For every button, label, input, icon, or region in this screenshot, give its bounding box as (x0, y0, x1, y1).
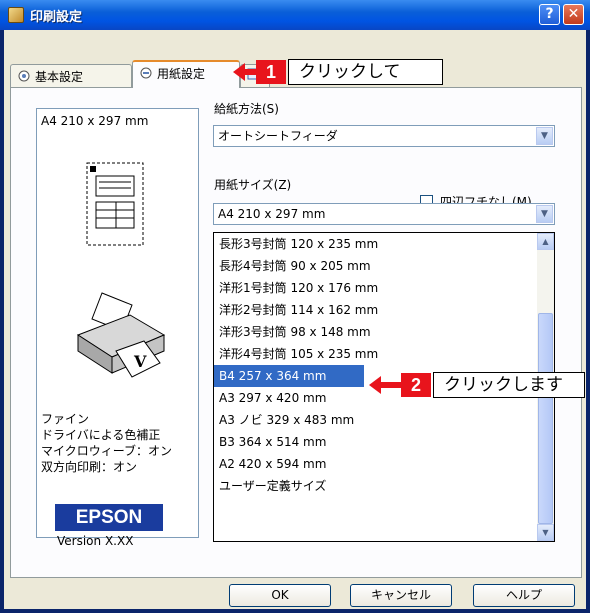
summary-quality: ファイン (41, 412, 90, 426)
callout-1-shaft (243, 69, 257, 75)
summary-lines: ファイン ドライバによる色補正 マイクロウィーブ：オン 双方向印刷：オン (41, 411, 172, 475)
callout-1-text: クリックして (288, 59, 443, 85)
paper-size-label: 用紙サイズ(Z) (214, 178, 292, 192)
paper-preview-icon (86, 162, 144, 246)
chevron-down-icon[interactable]: ▼ (536, 127, 553, 145)
help-button[interactable]: ヘルプ (473, 584, 575, 607)
version-text: Version X.XX (57, 534, 134, 548)
list-item-selected[interactable]: B4 257 x 364 mm (214, 365, 364, 387)
chevron-down-icon[interactable]: ▼ (536, 205, 553, 223)
list-item[interactable]: A3 ノビ 329 x 483 mm (214, 409, 534, 431)
tab-paper-settings-label: 用紙設定 (157, 67, 206, 81)
summary-microweave: マイクロウィーブ：オン (41, 444, 173, 458)
callout-1-number: 1 (256, 60, 286, 84)
help-title-button[interactable]: ? (539, 4, 560, 25)
paper-size-value: A4 210 x 297 mm (218, 207, 326, 221)
settings-summary-panel: A4 210 x 297 mm V ファイン ドライバによる色補正 マイクロウィ… (36, 108, 199, 548)
feed-method-label: 給紙方法(S) (214, 102, 279, 116)
window-title: 印刷設定 (30, 10, 83, 25)
basic-settings-icon (17, 70, 31, 82)
paper-settings-icon (139, 67, 153, 79)
summary-color: ドライバによる色補正 (41, 428, 161, 442)
callout-1: 1 クリックして (233, 59, 443, 85)
list-item[interactable]: A2 420 x 594 mm (214, 453, 534, 475)
list-item[interactable]: ユーザー定義サイズ (214, 475, 534, 497)
feed-method-select[interactable]: オートシートフィーダ ▼ (213, 125, 555, 147)
printer-illustration-icon: V (76, 292, 166, 378)
list-item[interactable]: 洋形4号封筒 105 x 235 mm (214, 343, 534, 365)
close-button[interactable]: ✕ (563, 4, 584, 25)
ok-button[interactable]: OK (229, 584, 331, 607)
summary-bidirectional: 双方向印刷：オン (41, 460, 138, 474)
list-item[interactable]: 洋形2号封筒 114 x 162 mm (214, 299, 534, 321)
callout-2-text: クリックします (433, 372, 585, 398)
paper-size-select[interactable]: A4 210 x 297 mm ▼ (213, 203, 555, 225)
callout-2: 2 クリックします (369, 372, 585, 398)
callout-2-shaft (379, 382, 401, 388)
scroll-up-icon[interactable]: ▲ (537, 233, 554, 250)
tab-basic-settings-label: 基本設定 (35, 70, 84, 84)
list-item[interactable]: 洋形1号封筒 120 x 176 mm (214, 277, 534, 299)
scroll-down-icon[interactable]: ▼ (537, 524, 554, 541)
list-item[interactable]: 長形4号封筒 90 x 205 mm (214, 255, 534, 277)
list-item[interactable]: 長形3号封筒 120 x 235 mm (214, 233, 534, 255)
cancel-button[interactable]: キャンセル (350, 584, 452, 607)
printer-icon (8, 7, 24, 23)
print-settings-window: 印刷設定 ? ✕ 基本設定 用紙設定 A4 210 x 297 mm V ファイ… (0, 0, 590, 613)
svg-text:V: V (133, 352, 147, 371)
tab-paper-settings[interactable]: 用紙設定 (132, 60, 240, 88)
callout-2-number: 2 (401, 373, 431, 397)
title-bar[interactable]: 印刷設定 ? ✕ (0, 0, 590, 30)
epson-logo: EPSON (55, 504, 163, 531)
tab-basic-settings[interactable]: 基本設定 (10, 64, 132, 88)
summary-paper-size: A4 210 x 297 mm (41, 114, 149, 128)
list-item[interactable]: B3 364 x 514 mm (214, 431, 534, 453)
scroll-thumb[interactable] (538, 313, 553, 524)
feed-method-value: オートシートフィーダ (218, 129, 338, 143)
list-item[interactable]: 洋形3号封筒 98 x 148 mm (214, 321, 534, 343)
